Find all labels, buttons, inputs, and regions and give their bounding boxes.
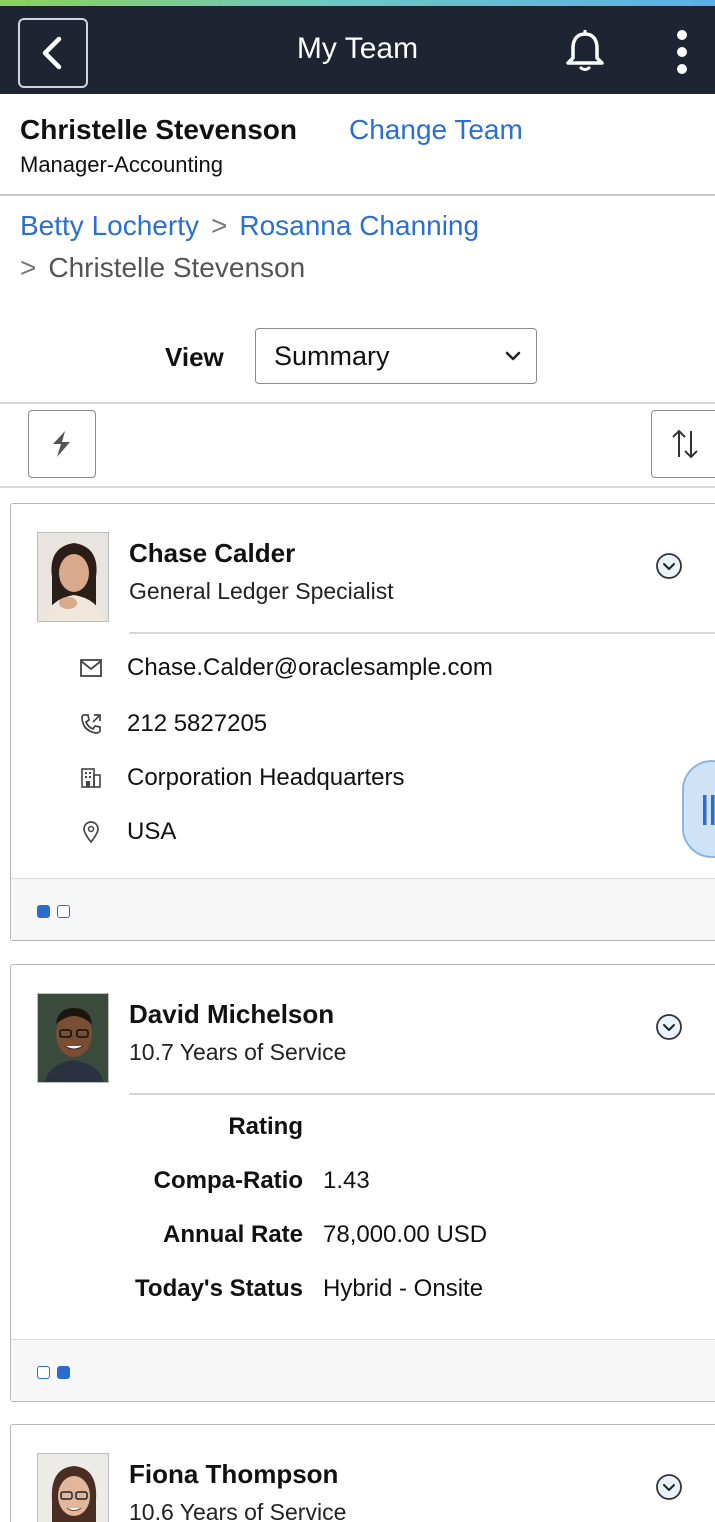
employee-phone[interactable]: 212 5827205 (127, 710, 267, 738)
view-select-value: Summary (274, 341, 390, 371)
sort-button[interactable] (651, 410, 715, 478)
view-label: View (165, 342, 224, 372)
page-dot-active[interactable] (57, 1366, 70, 1379)
hierarchy-button[interactable] (28, 410, 96, 478)
employee-email[interactable]: Chase.Calder@oraclesample.com (127, 654, 493, 682)
breadcrumb-separator: > (210, 210, 228, 241)
employee-service-years: 10.7 Years of Service (129, 1039, 347, 1065)
employee-service-years: 10.6 Years of Service (129, 1499, 347, 1522)
employee-card[interactable]: David Michelson 10.7 Years of Service Ra… (10, 964, 715, 1402)
employee-name[interactable]: Chase Calder (129, 538, 295, 569)
phone-row: 212 5827205 (77, 704, 267, 744)
breadcrumb-current: Christelle Stevenson (48, 252, 306, 283)
employee-name[interactable]: David Michelson (129, 999, 334, 1030)
sort-icon (672, 429, 698, 459)
avatar (37, 1453, 109, 1522)
email-row: Chase.Calder@oraclesample.com (77, 648, 493, 688)
breadcrumb-current-row: > Christelle Stevenson (20, 252, 305, 284)
compa-ratio-value: 1.43 (323, 1167, 370, 1194)
divider (0, 486, 715, 488)
hierarchy-icon (53, 431, 70, 457)
top-navigation-bar: My Team (0, 6, 715, 94)
location-pin-icon (77, 818, 105, 846)
kebab-menu-icon[interactable] (668, 28, 696, 78)
change-team-link[interactable]: Change Team (349, 114, 523, 146)
phone-icon (77, 710, 105, 738)
divider (0, 402, 715, 404)
pause-handle-icon (703, 795, 715, 825)
building-icon (77, 764, 105, 792)
annual-rate-value: 78,000.00 USD (323, 1221, 488, 1248)
annual-rate-label: Annual Rate (162, 1221, 303, 1248)
employee-name[interactable]: Fiona Thompson (129, 1459, 338, 1490)
employee-country: USA (127, 818, 177, 845)
todays-status-value: Hybrid - Onsite (323, 1275, 484, 1302)
card-footer (11, 1339, 715, 1401)
breadcrumb-link-1[interactable]: Betty Locherty (20, 210, 199, 241)
page-dot-inactive[interactable] (57, 905, 70, 918)
card-footer (11, 878, 715, 940)
avatar (37, 532, 109, 622)
manager-name: Christelle Stevenson (20, 114, 297, 145)
employee-job-title: General Ledger Specialist (129, 578, 394, 604)
chevron-down-icon[interactable] (655, 1013, 683, 1041)
chevron-down-icon[interactable] (655, 1473, 683, 1501)
divider (129, 1093, 715, 1095)
country-row: USA (77, 812, 176, 852)
breadcrumb: Betty Locherty > Rosanna Channing (20, 210, 479, 242)
employee-card[interactable]: Chase Calder General Ledger Specialist C… (10, 503, 715, 941)
page-dot-inactive[interactable] (37, 1366, 50, 1379)
page-dot-active[interactable] (37, 905, 50, 918)
location-row: Corporation Headquarters (77, 758, 405, 798)
breadcrumb-link-2[interactable]: Rosanna Channing (239, 210, 479, 241)
rating-label: Rating (228, 1113, 303, 1140)
breadcrumb-separator: > (20, 252, 37, 283)
manager-title: Manager-Accounting (20, 152, 224, 177)
chevron-down-icon[interactable] (655, 552, 683, 580)
avatar (37, 993, 109, 1083)
employee-location: Corporation Headquarters (127, 764, 405, 791)
view-select[interactable]: Summary (255, 328, 537, 384)
chevron-down-icon (505, 351, 521, 361)
bell-icon[interactable] (562, 28, 608, 74)
divider (129, 632, 715, 634)
mail-icon (77, 654, 105, 682)
employee-card[interactable]: Fiona Thompson 10.6 Years of Service (10, 1424, 715, 1522)
manager-header: Christelle Stevenson Change Team Manager… (0, 94, 715, 196)
side-panel-handle[interactable] (682, 760, 715, 858)
todays-status-label: Today's Status (135, 1275, 303, 1302)
compa-ratio-label: Compa-Ratio (153, 1167, 303, 1194)
